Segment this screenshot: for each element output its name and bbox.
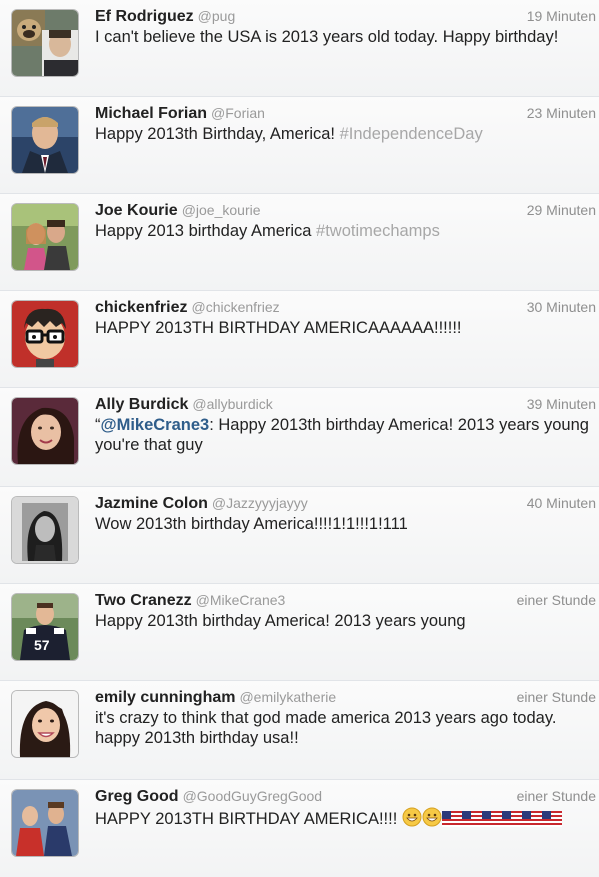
cartoon-glasses-avatar[interactable]	[12, 301, 78, 367]
man-in-suit-avatar[interactable]	[12, 107, 78, 173]
tweet-text: Wow 2013th birthday America!!!!1!1!!!1!1…	[95, 514, 599, 534]
tweet-text: Happy 2013th Birthday, America! #Indepen…	[95, 124, 599, 144]
author-handle[interactable]: @joe_kourie	[182, 202, 261, 218]
tweet-text: HAPPY 2013TH BIRTHDAY AMERICA!!!!	[95, 807, 599, 832]
couple-outdoors-avatar[interactable]	[12, 204, 78, 270]
tweet-item[interactable]: 57 Two Cranezz @MikeCrane3 einer Stunde H…	[0, 584, 599, 681]
football-player-avatar[interactable]: 57	[12, 594, 78, 660]
group-photo-avatar[interactable]	[12, 790, 78, 856]
author-name[interactable]: chickenfriez	[95, 299, 187, 316]
tweet-text: HAPPY 2013TH BIRTHDAY AMERICAAAAAA!!!!!!	[95, 318, 599, 338]
author-name[interactable]: Two Cranezz	[95, 592, 192, 609]
pug-and-man-avatar[interactable]	[12, 10, 78, 76]
tweet-text: it's crazy to think that god made americ…	[95, 708, 599, 748]
tweet-text: Happy 2013th birthday America! 2013 year…	[95, 611, 599, 631]
tweet-body: it's crazy to think that god made americ…	[95, 709, 557, 747]
us-flag-emoji	[481, 811, 502, 832]
tweet-item[interactable]: Jazmine Colon @Jazzyyyjayyy 40 Minuten Wo…	[0, 487, 599, 584]
author-name[interactable]: Michael Forian	[95, 105, 207, 122]
us-flag-emoji	[441, 811, 462, 832]
tweet-body: Wow 2013th birthday America!!!!1!1!!!1!1…	[95, 515, 408, 533]
tweet-body: HAPPY 2013TH BIRTHDAY AMERICAAAAAA!!!!!!	[95, 319, 462, 337]
us-flag-emoji	[461, 811, 482, 832]
author-handle[interactable]: @GoodGuyGregGood	[183, 788, 323, 804]
tweet-timestamp: einer Stunde	[516, 788, 596, 804]
tweet-body: Happy 2013 birthday America	[95, 222, 317, 240]
girl-selfie-avatar[interactable]	[12, 398, 78, 464]
author-handle[interactable]: @MikeCrane3	[196, 592, 286, 608]
author-handle[interactable]: @chickenfriez	[191, 299, 279, 315]
tweet-body: Happy 2013th Birthday, America!	[95, 125, 340, 143]
author-name[interactable]: Greg Good	[95, 788, 179, 805]
tweet-text: Happy 2013 birthday America #twotimecham…	[95, 221, 599, 241]
us-flag-emoji	[541, 811, 562, 832]
tweet-item[interactable]: Ally Burdick @allyburdick 39 Minuten “@Mi…	[0, 388, 599, 487]
tweet-timestamp: 29 Minuten	[526, 202, 596, 218]
tweet-timestamp: einer Stunde	[516, 689, 596, 705]
author-name[interactable]: Ef Rodriguez	[95, 8, 194, 25]
tweet-timestamp: 23 Minuten	[526, 105, 596, 121]
tweet-timestamp: 39 Minuten	[526, 396, 596, 412]
author-handle[interactable]: @emilykatherie	[239, 689, 336, 705]
tweet-text: I can't believe the USA is 2013 years ol…	[95, 27, 599, 47]
author-handle[interactable]: @allyburdick	[192, 396, 272, 412]
tweet-item[interactable]: Ef Rodriguez @pug 19 Minuten I can't beli…	[0, 0, 599, 97]
tweet-item[interactable]: chickenfriez @chickenfriez 30 Minuten HAP…	[0, 291, 599, 388]
tweet-body: HAPPY 2013TH BIRTHDAY AMERICA!!!!	[95, 810, 402, 828]
tweet-item[interactable]: Greg Good @GoodGuyGregGood einer Stunde H…	[0, 780, 599, 877]
tweet-item[interactable]: emily cunningham @emilykatherie einer Stu…	[0, 681, 599, 780]
grinning-face-emoji	[402, 807, 422, 832]
hashtag-link[interactable]: #twotimechamps	[316, 222, 440, 240]
tweet-text: “@MikeCrane3: Happy 2013th birthday Amer…	[95, 415, 599, 455]
mention-link[interactable]: @MikeCrane3	[101, 416, 210, 434]
girl-smiling-avatar[interactable]	[12, 691, 78, 757]
author-name[interactable]: emily cunningham	[95, 689, 235, 706]
author-name[interactable]: Jazmine Colon	[95, 495, 208, 512]
grinning-face-emoji	[422, 807, 442, 832]
author-handle[interactable]: @Jazzyyyjayyy	[212, 495, 308, 511]
tweet-timestamp: einer Stunde	[516, 592, 596, 608]
tweet-item[interactable]: Michael Forian @Forian 23 Minuten Happy 2…	[0, 97, 599, 194]
author-name[interactable]: Ally Burdick	[95, 396, 188, 413]
hashtag-link[interactable]: #IndependenceDay	[340, 125, 483, 143]
author-handle[interactable]: @Forian	[211, 105, 265, 121]
us-flag-emoji	[501, 811, 522, 832]
tweet-body: I can't believe the USA is 2013 years ol…	[95, 28, 559, 46]
author-name[interactable]: Joe Kourie	[95, 202, 178, 219]
author-handle[interactable]: @pug	[198, 8, 236, 24]
tweet-timestamp: 19 Minuten	[526, 8, 596, 24]
bw-girl-avatar[interactable]	[12, 497, 78, 563]
us-flag-emoji	[521, 811, 542, 832]
svg-text:57: 57	[34, 637, 50, 653]
tweet-timestamp: 30 Minuten	[526, 299, 596, 315]
tweet-feed: Ef Rodriguez @pug 19 Minuten I can't beli…	[0, 0, 599, 877]
tweet-item[interactable]: Joe Kourie @joe_kourie 29 Minuten Happy 2…	[0, 194, 599, 291]
tweet-timestamp: 40 Minuten	[526, 495, 596, 511]
tweet-body: Happy 2013th birthday America! 2013 year…	[95, 612, 466, 630]
